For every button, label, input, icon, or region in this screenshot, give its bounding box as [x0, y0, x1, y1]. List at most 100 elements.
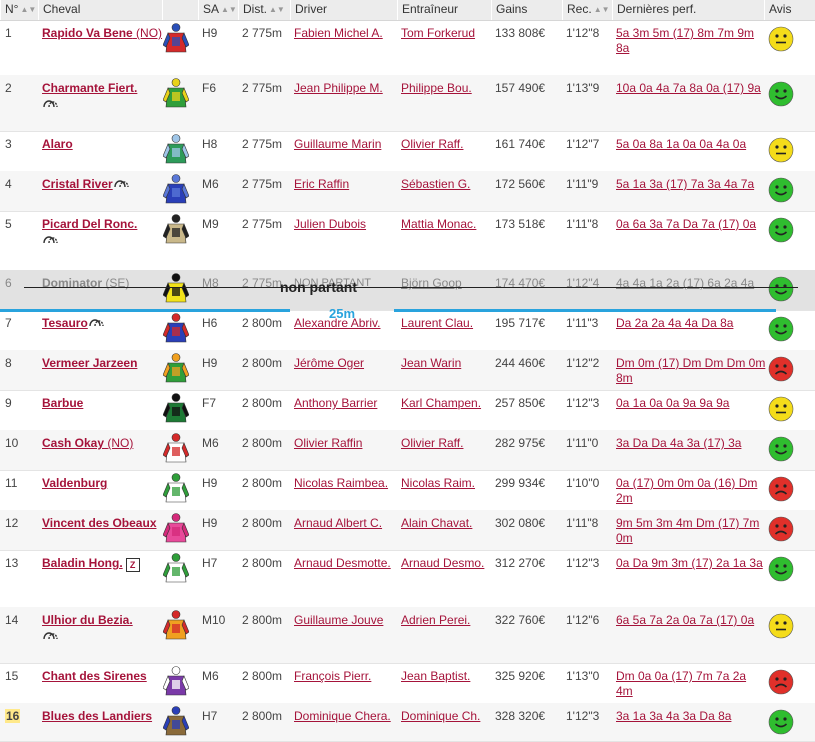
- horse-link[interactable]: Chant des Sirenes: [42, 669, 147, 684]
- horse-link[interactable]: Barbue: [42, 396, 83, 411]
- driver-link[interactable]: Olivier Raffin: [294, 436, 362, 451]
- col-avis-header: Avis: [764, 0, 815, 20]
- table-row[interactable]: 15 Chant des Sirenes M6 2 800m François Pier…: [0, 663, 815, 704]
- trainer-link[interactable]: Adrien Perei.: [401, 613, 470, 628]
- trainer-link[interactable]: Jean Warin: [401, 356, 461, 371]
- driver-link[interactable]: Eric Raffin: [294, 177, 349, 192]
- table-row[interactable]: 9 Barbue F7 2 800m Anthony Barrier Karl Champ…: [0, 390, 815, 431]
- col-perf-header: Dernières perf.: [612, 0, 764, 20]
- last-performances[interactable]: 0a 1a 0a 0a 9a 9a 9a: [616, 396, 766, 411]
- trainer-link[interactable]: Laurent Clau.: [401, 316, 473, 331]
- sex-age: H9: [202, 516, 218, 530]
- driver-link[interactable]: Guillaume Jouve: [294, 613, 383, 628]
- table-row[interactable]: 16 Blues des Landiers H7 2 800m Dominique Ch…: [0, 703, 815, 742]
- gains: 322 760€: [495, 613, 546, 627]
- driver-link[interactable]: Arnaud Albert C.: [294, 516, 382, 531]
- trainer-link[interactable]: Björn Goop: [401, 276, 462, 291]
- table-row[interactable]: 5 Picard Del Ronc. M9 2 775m Julien Dubois Ma…: [0, 211, 815, 271]
- horse-link[interactable]: Rapido Va Bene (NO): [42, 26, 162, 41]
- col-cheval-header[interactable]: Cheval: [38, 0, 162, 20]
- trainer-link[interactable]: Philippe Bou.: [401, 81, 472, 96]
- last-performances[interactable]: 4a 4a 1a 2a (17) 6a 2a 4a: [616, 276, 766, 291]
- silk-icon: [162, 433, 190, 463]
- table-row[interactable]: 2 Charmante Fiert. F6 2 775m Jean Philippe M…: [0, 75, 815, 132]
- col-sa-header[interactable]: SA ▲▼: [198, 0, 238, 20]
- trainer-link[interactable]: Olivier Raff.: [401, 436, 463, 451]
- table-row[interactable]: 4 Cristal River M6 2 775m Eric Raffin Sébasti…: [0, 171, 815, 212]
- driver-link[interactable]: Dominique Chera.: [294, 709, 391, 724]
- last-performances[interactable]: Da 2a 2a 4a 4a Da 8a: [616, 316, 766, 331]
- row-number: 9: [5, 396, 12, 410]
- last-performances[interactable]: Dm 0a 0a (17) 7m 7a 2a 4m: [616, 669, 766, 699]
- horse-link[interactable]: Alaro: [42, 137, 73, 152]
- table-row[interactable]: 12 Vincent des Obeaux H9 2 800m Arnaud Alber…: [0, 510, 815, 551]
- trainer-link[interactable]: Mattia Monac.: [401, 217, 476, 232]
- horse-link[interactable]: Charmante Fiert.: [42, 81, 137, 96]
- col-num-header[interactable]: N° ▲▼: [0, 0, 38, 20]
- distance: 2 775m: [242, 217, 283, 231]
- col-gains-header[interactable]: Gains: [491, 0, 562, 20]
- table-row[interactable]: 8 Vermeer Jarzeen H9 2 800m Jérôme Oger Jean …: [0, 350, 815, 391]
- horse-link[interactable]: Cash Okay (NO): [42, 436, 133, 451]
- trainer-link[interactable]: Nicolas Raim.: [401, 476, 475, 491]
- strike-line: [24, 287, 798, 288]
- driver-link[interactable]: Fabien Michel A.: [294, 26, 383, 41]
- table-row[interactable]: 1 Rapido Va Bene (NO) H9 2 775m Fabien Miche…: [0, 20, 815, 76]
- last-performances[interactable]: 10a 0a 4a 7a 8a 0a (17) 9a: [616, 81, 766, 96]
- table-row[interactable]: 13 Baladin Hong. Z H7 2 800m Arnaud Desmotte.…: [0, 550, 815, 608]
- horse-link[interactable]: Vincent des Obeaux: [42, 516, 157, 531]
- trainer-link[interactable]: Arnaud Desmo.: [401, 556, 484, 571]
- table-row[interactable]: 7 Tesauro H6 2 800m Alexandre Abriv. Laurent …: [0, 310, 815, 351]
- horse-name: Alaro: [42, 137, 73, 151]
- last-performances[interactable]: 9m 5m 3m 4m Dm (17) 7m 0m: [616, 516, 766, 546]
- col-dist-header[interactable]: Dist. ▲▼: [238, 0, 290, 20]
- horse-link[interactable]: Picard Del Ronc.: [42, 217, 137, 232]
- record: 1'11"8: [566, 516, 599, 530]
- driver-link[interactable]: Alexandre Abriv.: [294, 316, 381, 331]
- driver-link[interactable]: Jean Philippe M.: [294, 81, 383, 96]
- table-row[interactable]: 11 Valdenburg H9 2 800m Nicolas Raimbea. Nico…: [0, 470, 815, 511]
- driver-link[interactable]: Julien Dubois: [294, 217, 366, 232]
- driver-link[interactable]: Anthony Barrier: [294, 396, 377, 411]
- distance: 2 800m: [242, 516, 283, 530]
- last-performances[interactable]: 3a 1a 3a 4a 3a Da 8a: [616, 709, 766, 724]
- col-driver-header[interactable]: Driver: [290, 0, 397, 20]
- horse-link[interactable]: Tesauro: [42, 316, 106, 331]
- last-performances[interactable]: 5a 3m 5m (17) 8m 7m 9m 8a: [616, 26, 766, 56]
- driver-link[interactable]: Guillaume Marin: [294, 137, 381, 152]
- last-performances[interactable]: 0a Da 9m 3m (17) 2a 1a 3a: [616, 556, 766, 571]
- last-performances[interactable]: 5a 1a 3a (17) 7a 3a 4a 7a: [616, 177, 766, 192]
- table-row[interactable]: 10 Cash Okay (NO) M6 2 800m Olivier Raffin Ol…: [0, 430, 815, 471]
- horse-link[interactable]: Blues des Landiers: [42, 709, 152, 724]
- trainer-link[interactable]: Jean Baptist.: [401, 669, 470, 684]
- trainer-link[interactable]: Olivier Raff.: [401, 137, 463, 152]
- horse-link[interactable]: Dominator (SE): [42, 276, 129, 291]
- driver-link[interactable]: Arnaud Desmotte.: [294, 556, 391, 571]
- trainer-link[interactable]: Tom Forkerud: [401, 26, 475, 41]
- horse-link[interactable]: Cristal River: [42, 177, 131, 192]
- last-performances[interactable]: 3a Da Da 4a 3a (17) 3a: [616, 436, 766, 451]
- horse-link[interactable]: Vermeer Jarzeen: [42, 356, 137, 371]
- col-entraineur-label: Entraîneur: [402, 2, 459, 16]
- last-performances[interactable]: 5a 0a 8a 1a 0a 0a 4a 0a: [616, 137, 766, 152]
- trainer-link[interactable]: Alain Chavat.: [401, 516, 472, 531]
- horse-link[interactable]: Baladin Hong. Z: [42, 556, 140, 572]
- table-row[interactable]: 6 Dominator (SE) M8 2 775m NON PARTANT Björn …: [0, 270, 815, 321]
- last-performances[interactable]: 6a 5a 7a 2a 0a 7a (17) 0a: [616, 613, 766, 628]
- last-performances[interactable]: Dm 0m (17) Dm Dm Dm 0m 8m: [616, 356, 766, 386]
- driver-link[interactable]: Nicolas Raimbea.: [294, 476, 388, 491]
- trainer-link[interactable]: Karl Champen.: [401, 396, 481, 411]
- driver-link[interactable]: François Pierr.: [294, 669, 371, 684]
- driver-link[interactable]: Jérôme Oger: [294, 356, 364, 371]
- col-entraineur-header[interactable]: Entraîneur: [397, 0, 491, 20]
- horse-tag: (NO): [136, 26, 163, 40]
- trainer-link[interactable]: Dominique Ch.: [401, 709, 480, 724]
- last-performances[interactable]: 0a 6a 3a 7a Da 7a (17) 0a: [616, 217, 766, 232]
- table-row[interactable]: 14 Ulhior du Bezia. M10 2 800m Guillaume Jou…: [0, 607, 815, 664]
- col-rec-header[interactable]: Rec. ▲▼: [562, 0, 612, 20]
- horse-link[interactable]: Valdenburg: [42, 476, 107, 491]
- table-row[interactable]: 3 Alaro H8 2 775m Guillaume Marin Olivier Raf…: [0, 131, 815, 172]
- trainer-link[interactable]: Sébastien G.: [401, 177, 470, 192]
- last-performances[interactable]: 0a (17) 0m 0m 0a (16) Dm 2m: [616, 476, 766, 506]
- horse-link[interactable]: Ulhior du Bezia.: [42, 613, 133, 628]
